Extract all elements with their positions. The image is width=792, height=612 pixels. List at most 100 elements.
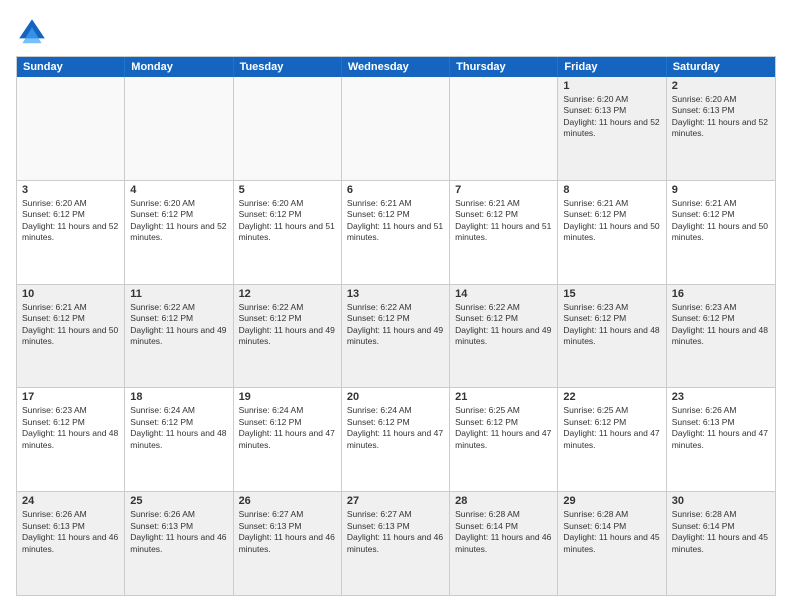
cell-info: Sunrise: 6:21 AM Sunset: 6:12 PM Dayligh… [22,302,119,348]
cell-info: Sunrise: 6:21 AM Sunset: 6:12 PM Dayligh… [347,198,444,244]
logo [16,16,52,48]
calendar-cell-empty-0 [17,77,125,180]
page: SundayMondayTuesdayWednesdayThursdayFrid… [0,0,792,612]
cell-info: Sunrise: 6:20 AM Sunset: 6:13 PM Dayligh… [672,94,770,140]
cell-info: Sunrise: 6:21 AM Sunset: 6:12 PM Dayligh… [672,198,770,244]
calendar-cell-11: 11 Sunrise: 6:22 AM Sunset: 6:12 PM Dayli… [125,285,233,388]
day-number: 20 [347,391,444,403]
calendar-cell-empty-2 [234,77,342,180]
day-number: 17 [22,391,119,403]
calendar-cell-7: 7Sunrise: 6:21 AM Sunset: 6:12 PM Daylig… [450,181,558,284]
calendar-cell-4: 4 Sunrise: 6:20 AM Sunset: 6:12 PM Daylig… [125,181,233,284]
cell-info: Sunrise: 6:28 AM Sunset: 6:14 PM Dayligh… [455,509,552,555]
day-number: 7 [455,184,552,196]
calendar-cell-1: 1 Sunrise: 6:20 AM Sunset: 6:13 PM Daylig… [558,77,666,180]
day-number: 23 [672,391,770,403]
day-number: 28 [455,495,552,507]
day-number: 3 [22,184,119,196]
cell-info: Sunrise: 6:25 AM Sunset: 6:12 PM Dayligh… [563,405,660,451]
cell-info: Sunrise: 6:22 AM Sunset: 6:12 PM Dayligh… [239,302,336,348]
calendar-week-2: 3 Sunrise: 6:20 AM Sunset: 6:12 PM Daylig… [17,181,775,285]
day-number: 24 [22,495,119,507]
day-number: 8 [563,184,660,196]
header-day-wednesday: Wednesday [342,57,450,77]
calendar-cell-19: 19Sunrise: 6:24 AM Sunset: 6:12 PM Dayli… [234,388,342,491]
cell-info: Sunrise: 6:26 AM Sunset: 6:13 PM Dayligh… [22,509,119,555]
day-number: 4 [130,184,227,196]
calendar-cell-26: 26 Sunrise: 6:27 AM Sunset: 6:13 PM Dayli… [234,492,342,595]
calendar-cell-5: 5 Sunrise: 6:20 AM Sunset: 6:12 PM Daylig… [234,181,342,284]
calendar-week-5: 24 Sunrise: 6:26 AM Sunset: 6:13 PM Dayli… [17,492,775,595]
header-day-sunday: Sunday [17,57,125,77]
calendar-cell-empty-3 [342,77,450,180]
calendar-week-1: 1 Sunrise: 6:20 AM Sunset: 6:13 PM Daylig… [17,77,775,181]
calendar-cell-8: 8 Sunrise: 6:21 AM Sunset: 6:12 PM Daylig… [558,181,666,284]
cell-info: Sunrise: 6:25 AM Sunset: 6:12 PM Dayligh… [455,405,552,451]
cell-info: Sunrise: 6:27 AM Sunset: 6:13 PM Dayligh… [347,509,444,555]
day-number: 14 [455,288,552,300]
day-number: 30 [672,495,770,507]
day-number: 1 [563,80,660,92]
header-day-friday: Friday [558,57,666,77]
cell-info: Sunrise: 6:28 AM Sunset: 6:14 PM Dayligh… [672,509,770,555]
cell-info: Sunrise: 6:22 AM Sunset: 6:12 PM Dayligh… [455,302,552,348]
day-number: 11 [130,288,227,300]
calendar-body: 1 Sunrise: 6:20 AM Sunset: 6:13 PM Daylig… [17,77,775,595]
header [16,16,776,48]
calendar-header: SundayMondayTuesdayWednesdayThursdayFrid… [17,57,775,77]
calendar-cell-10: 10 Sunrise: 6:21 AM Sunset: 6:12 PM Dayli… [17,285,125,388]
calendar-cell-28: 28 Sunrise: 6:28 AM Sunset: 6:14 PM Dayli… [450,492,558,595]
calendar-cell-30: 30 Sunrise: 6:28 AM Sunset: 6:14 PM Dayli… [667,492,775,595]
calendar-cell-empty-4 [450,77,558,180]
day-number: 18 [130,391,227,403]
cell-info: Sunrise: 6:23 AM Sunset: 6:12 PM Dayligh… [563,302,660,348]
header-day-tuesday: Tuesday [234,57,342,77]
cell-info: Sunrise: 6:23 AM Sunset: 6:12 PM Dayligh… [22,405,119,451]
day-number: 13 [347,288,444,300]
day-number: 10 [22,288,119,300]
calendar-cell-15: 15 Sunrise: 6:23 AM Sunset: 6:12 PM Dayli… [558,285,666,388]
cell-info: Sunrise: 6:27 AM Sunset: 6:13 PM Dayligh… [239,509,336,555]
cell-info: Sunrise: 6:20 AM Sunset: 6:12 PM Dayligh… [239,198,336,244]
day-number: 27 [347,495,444,507]
day-number: 25 [130,495,227,507]
cell-info: Sunrise: 6:20 AM Sunset: 6:12 PM Dayligh… [22,198,119,244]
calendar-cell-14: 14 Sunrise: 6:22 AM Sunset: 6:12 PM Dayli… [450,285,558,388]
day-number: 6 [347,184,444,196]
cell-info: Sunrise: 6:28 AM Sunset: 6:14 PM Dayligh… [563,509,660,555]
cell-info: Sunrise: 6:23 AM Sunset: 6:12 PM Dayligh… [672,302,770,348]
header-day-saturday: Saturday [667,57,775,77]
calendar-cell-21: 21 Sunrise: 6:25 AM Sunset: 6:12 PM Dayli… [450,388,558,491]
header-day-monday: Monday [125,57,233,77]
calendar-cell-16: 16Sunrise: 6:23 AM Sunset: 6:12 PM Dayli… [667,285,775,388]
day-number: 15 [563,288,660,300]
day-number: 9 [672,184,770,196]
calendar-cell-29: 29Sunrise: 6:28 AM Sunset: 6:14 PM Dayli… [558,492,666,595]
calendar-cell-3: 3 Sunrise: 6:20 AM Sunset: 6:12 PM Daylig… [17,181,125,284]
calendar-cell-empty-1 [125,77,233,180]
cell-info: Sunrise: 6:22 AM Sunset: 6:12 PM Dayligh… [347,302,444,348]
calendar-cell-25: 25 Sunrise: 6:26 AM Sunset: 6:13 PM Dayli… [125,492,233,595]
day-number: 22 [563,391,660,403]
cell-info: Sunrise: 6:21 AM Sunset: 6:12 PM Dayligh… [563,198,660,244]
header-day-thursday: Thursday [450,57,558,77]
calendar-cell-22: 22 Sunrise: 6:25 AM Sunset: 6:12 PM Dayli… [558,388,666,491]
calendar-cell-23: 23Sunrise: 6:26 AM Sunset: 6:13 PM Dayli… [667,388,775,491]
calendar-cell-6: 6 Sunrise: 6:21 AM Sunset: 6:12 PM Daylig… [342,181,450,284]
day-number: 12 [239,288,336,300]
cell-info: Sunrise: 6:24 AM Sunset: 6:12 PM Dayligh… [130,405,227,451]
logo-icon [16,16,48,48]
cell-info: Sunrise: 6:20 AM Sunset: 6:12 PM Dayligh… [130,198,227,244]
calendar-cell-13: 13 Sunrise: 6:22 AM Sunset: 6:12 PM Dayli… [342,285,450,388]
cell-info: Sunrise: 6:26 AM Sunset: 6:13 PM Dayligh… [130,509,227,555]
day-number: 21 [455,391,552,403]
calendar-cell-17: 17 Sunrise: 6:23 AM Sunset: 6:12 PM Dayli… [17,388,125,491]
calendar-cell-12: 12 Sunrise: 6:22 AM Sunset: 6:12 PM Dayli… [234,285,342,388]
cell-info: Sunrise: 6:20 AM Sunset: 6:13 PM Dayligh… [563,94,660,140]
day-number: 5 [239,184,336,196]
calendar-cell-27: 27 Sunrise: 6:27 AM Sunset: 6:13 PM Dayli… [342,492,450,595]
day-number: 26 [239,495,336,507]
cell-info: Sunrise: 6:22 AM Sunset: 6:12 PM Dayligh… [130,302,227,348]
cell-info: Sunrise: 6:24 AM Sunset: 6:12 PM Dayligh… [347,405,444,451]
cell-info: Sunrise: 6:24 AM Sunset: 6:12 PM Dayligh… [239,405,336,451]
